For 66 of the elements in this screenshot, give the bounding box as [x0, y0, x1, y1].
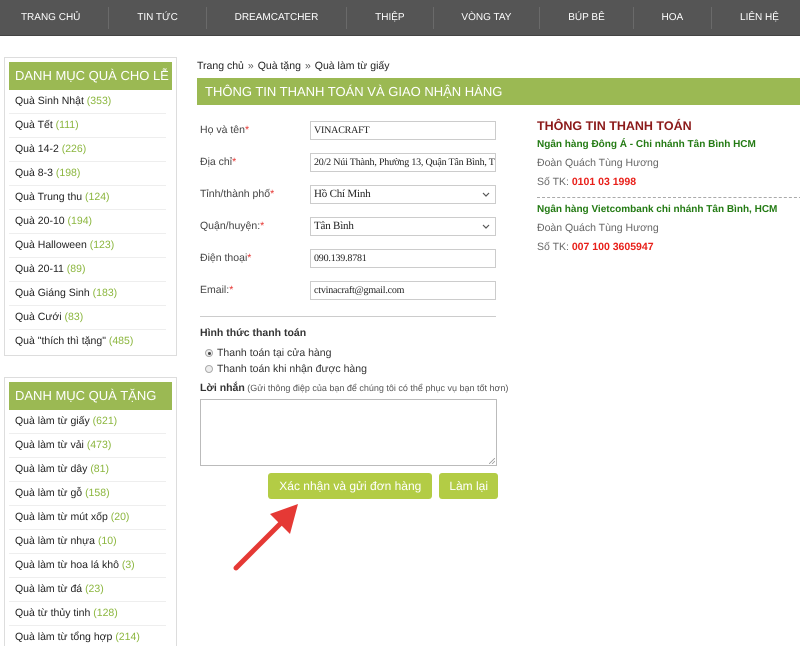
payment-method-title: Hình thức thanh toán [200, 327, 308, 339]
nav-link[interactable]: VÒNG TAY [455, 8, 518, 27]
nav-link[interactable]: TRANG CHỦ [14, 8, 86, 27]
account-holder: Đoàn Quách Tùng Hương [537, 157, 660, 169]
category-link[interactable]: Quà làm từ hoa lá khô (3) [9, 554, 166, 578]
radio-option[interactable]: Thanh toán tại cửa hàng [200, 345, 505, 361]
account-number: 0101 03 1998 [572, 176, 636, 188]
account-holder: Đoàn Quách Tùng Hương [537, 222, 660, 234]
category-link[interactable]: Quà 14-2 (226) [9, 138, 166, 162]
panel-title: DANH MỤC QUÀ CHO LỄ [9, 62, 172, 90]
input-field[interactable]: ctvinacraft@gmail.com [310, 280, 496, 300]
category-link[interactable]: Quà Sinh Nhật (353) [9, 90, 166, 114]
category-link[interactable]: Quà làm từ đá (23) [9, 578, 166, 602]
category-link[interactable]: Quà làm từ mút xốp (20) [9, 506, 166, 530]
category-link[interactable]: Quà Cưới (83) [9, 306, 166, 330]
chevron-down-icon [482, 192, 490, 196]
radio-option[interactable]: Thanh toán khi nhận được hàng [200, 361, 505, 377]
category-link[interactable]: Quà Halloween (123) [9, 234, 166, 258]
account-number: 007 100 3605947 [572, 241, 654, 253]
breadcrumb-link[interactable]: Trang chủ [197, 60, 244, 72]
category-link[interactable]: Quà từ thủy tinh (128) [9, 602, 166, 626]
category-link[interactable]: Quà 20-10 (194) [9, 210, 166, 234]
field-label: Quận/huyện:* [200, 220, 266, 232]
breadcrumb-link[interactable]: Quà tặng [258, 60, 301, 72]
bank-name: Ngân hàng Đông Á - Chi nhánh Tân Bình HCM [537, 139, 757, 150]
category-link[interactable]: Quà làm từ nhựa (10) [9, 530, 166, 554]
nav-link[interactable]: THIỆP [369, 8, 411, 27]
message-label: Lời nhắn (Gửi thông điệp của bạn để chúng tôi có thể phục vụ bạn tốt hơn) [200, 381, 508, 395]
field-label: Họ và tên* [200, 124, 250, 136]
category-link[interactable]: Quà làm từ giấy (621) [9, 410, 166, 434]
input-field[interactable]: VINACRAFT [310, 120, 496, 140]
nav-link[interactable]: HOA [656, 8, 690, 27]
nav-link[interactable]: TIN TỨC [131, 8, 184, 27]
field-label: Email:* [200, 284, 234, 296]
chevron-down-icon [482, 224, 490, 228]
section-heading: THÔNG TIN THANH TOÁN VÀ GIAO NHẬN HÀNG [197, 78, 800, 105]
input-field[interactable]: 090.139.8781 [310, 248, 496, 268]
category-link[interactable]: Quà Tết (111) [9, 114, 166, 138]
field-label: Tỉnh/thành phố* [200, 188, 276, 200]
category-link[interactable]: Quà 20-11 (89) [9, 258, 166, 282]
category-link[interactable]: Quà làm từ tổng hợp (214) [9, 626, 166, 646]
payment-info-title: THÔNG TIN THANH TOÁN [537, 119, 693, 133]
account-label: Số TK: [537, 176, 569, 188]
breadcrumb-separator: » [304, 60, 311, 72]
category-link[interactable]: Quà làm từ dây (81) [9, 458, 166, 482]
bank-name: Ngân hàng Vietcombank chi nhánh Tân Bình, HCM [537, 204, 778, 215]
category-link[interactable]: Quà làm từ vải (473) [9, 434, 166, 458]
input-field[interactable]: 20/2 Núi Thành, Phường 13, Quận Tân Bình, T [310, 152, 496, 172]
category-link[interactable]: Quà Trung thu (124) [9, 186, 166, 210]
field-label: Điện thoại* [200, 252, 252, 264]
resize-handle-icon[interactable] [489, 458, 495, 464]
nav-link[interactable]: DREAMCATCHER [228, 8, 324, 27]
breadcrumb-separator: » [248, 60, 254, 72]
category-link[interactable]: Quà 8-3 (198) [9, 162, 166, 186]
account-label: Số TK: [537, 241, 569, 253]
category-link[interactable]: Quà làm từ gỗ (158) [9, 482, 166, 506]
message-textarea[interactable] [200, 399, 497, 466]
select-field[interactable]: Tân Bình [310, 216, 496, 236]
category-link[interactable]: Quà Giáng Sinh (183) [9, 282, 166, 306]
field-label: Địa chỉ* [200, 156, 238, 168]
breadcrumb-link[interactable]: Quà làm từ giấy [314, 60, 390, 72]
panel-title: DANH MỤC QUÀ TẶNG [9, 382, 172, 410]
category-link[interactable]: Quà "thích thì tặng" (485) [9, 330, 166, 353]
nav-link[interactable]: LIÊN HỆ [734, 8, 785, 27]
nav-link[interactable]: BÚP BÊ [562, 8, 611, 27]
select-field[interactable]: Hồ Chí Minh [310, 184, 496, 204]
